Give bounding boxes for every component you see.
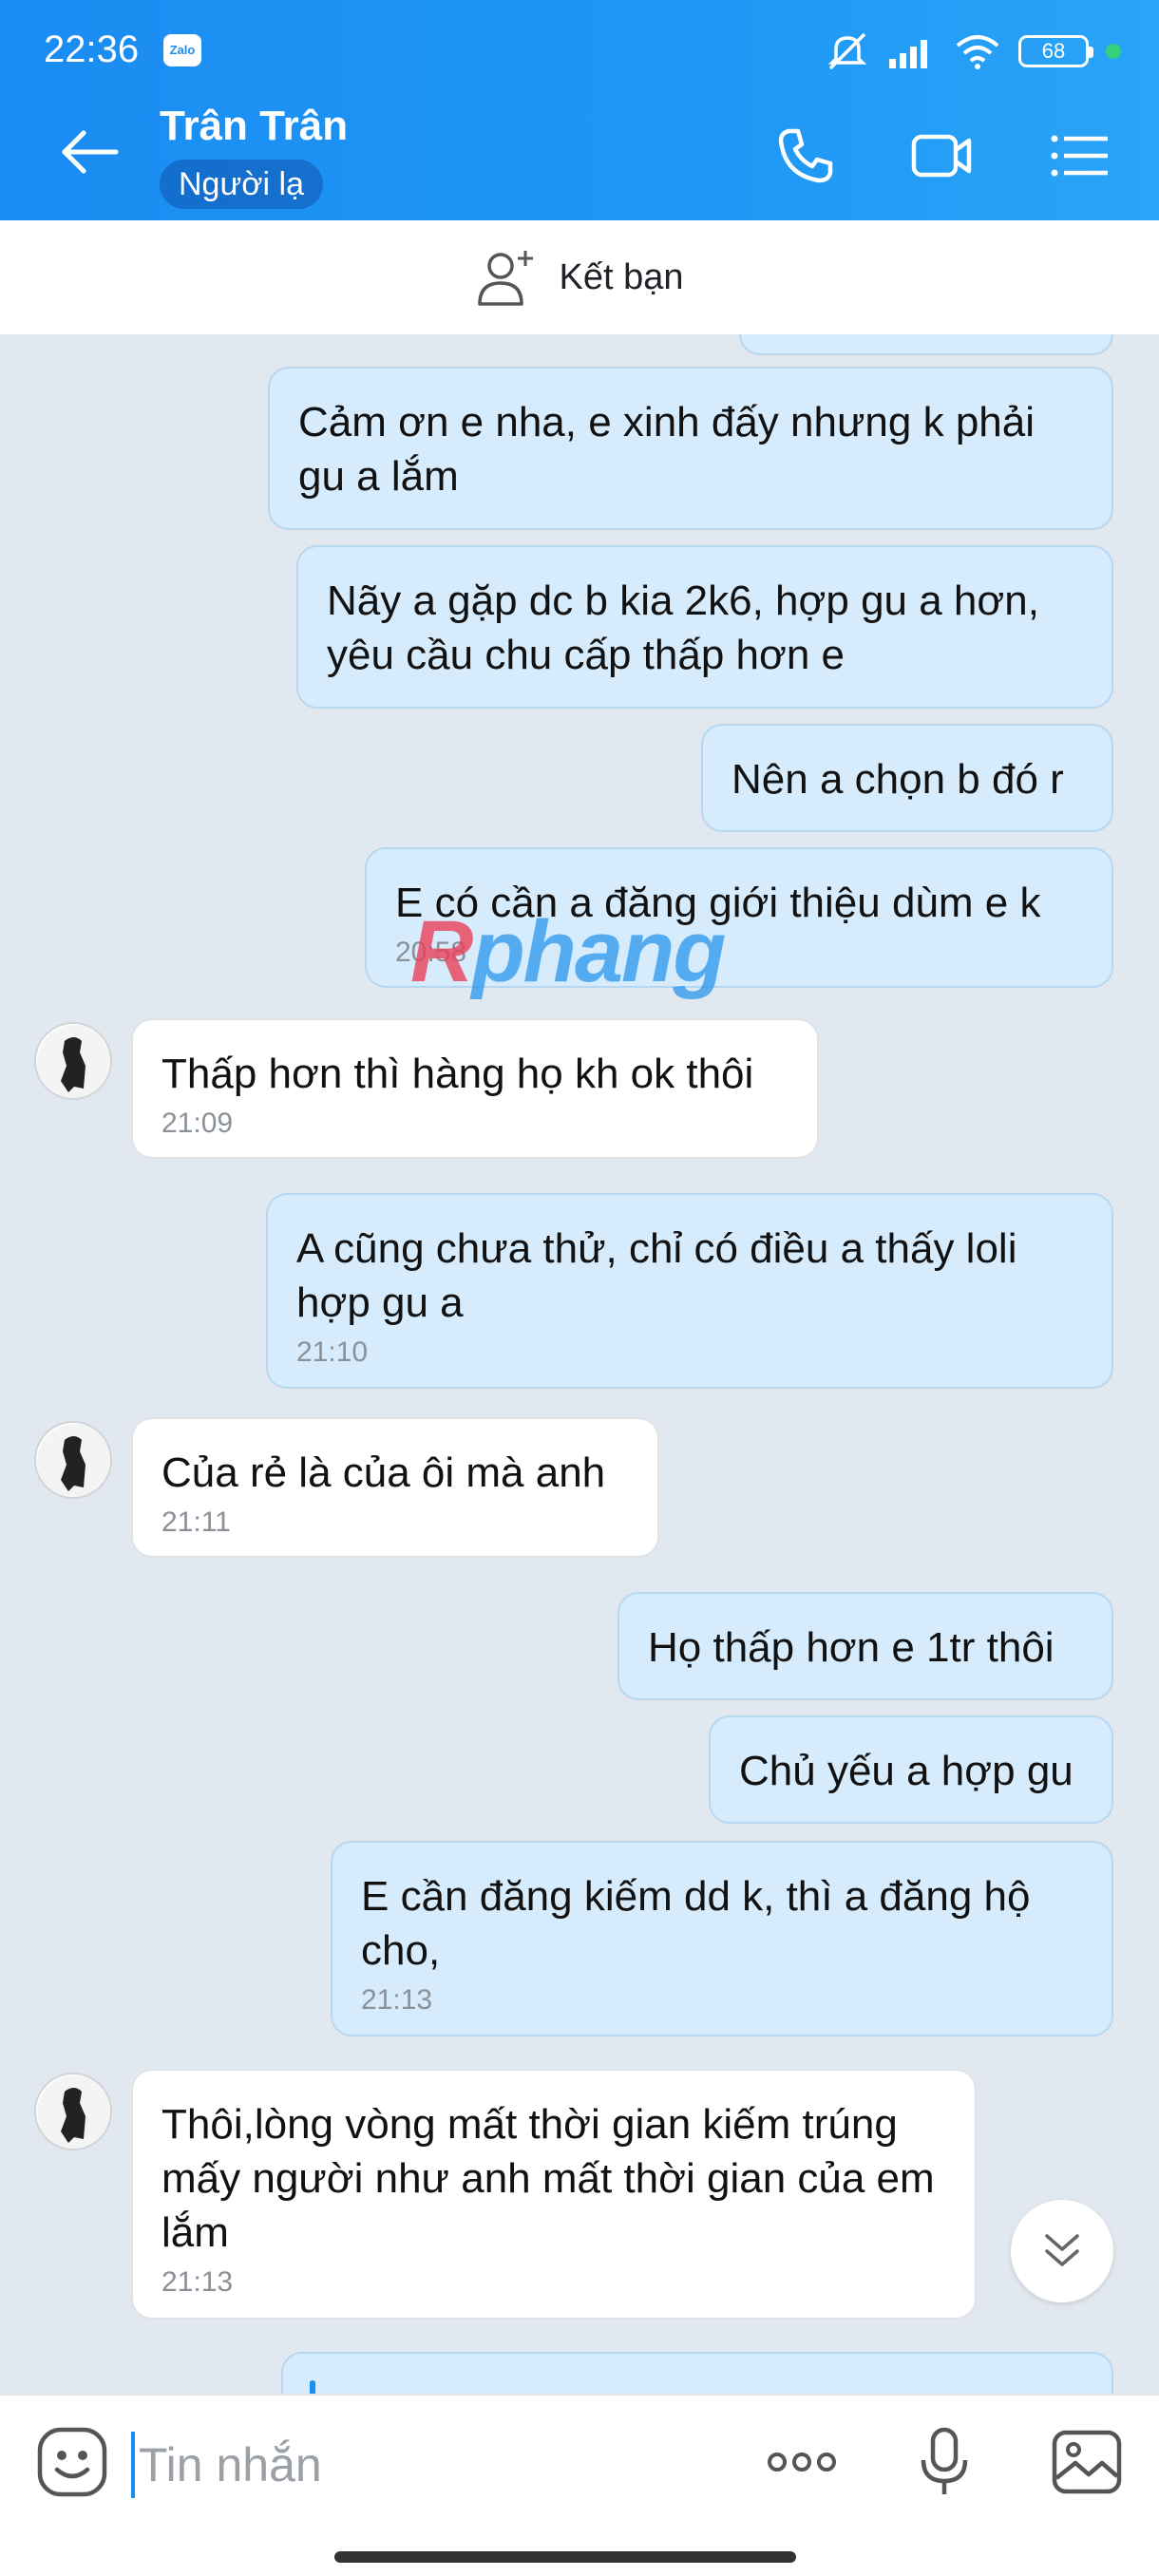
signal-icon: [889, 40, 927, 68]
message-text: Họ thấp hơn e 1tr thôi: [648, 1624, 1054, 1671]
stranger-tag: Người lạ: [160, 160, 323, 209]
active-dot: [1106, 44, 1121, 59]
emoji-icon[interactable]: [34, 2424, 110, 2500]
message-bubble-incoming[interactable]: Của rẻ là của ôi mà anh 21:11: [131, 1417, 659, 1558]
message-bubble-outgoing[interactable]: Cảm ơn e nha, e xinh đấy nhưng k phải gu…: [268, 367, 1113, 530]
message-bubble-outgoing[interactable]: Chủ yếu a hợp gu: [709, 1715, 1113, 1824]
avatar-image: [37, 1025, 110, 1098]
message-bubble-incoming[interactable]: Thấp hơn thì hàng họ kh ok thôi 21:09: [131, 1018, 819, 1159]
message-time: 21:09: [162, 1108, 234, 1139]
wifi-icon: [956, 35, 999, 69]
message-bubble-incoming[interactable]: Thôi,lòng vòng mất thời gian kiếm trúng …: [131, 2069, 977, 2320]
microphone-icon[interactable]: [906, 2424, 982, 2500]
image-gallery-icon[interactable]: [1049, 2424, 1125, 2500]
message-bubble-outgoing[interactable]: Nên a chọn b đó r: [701, 724, 1113, 832]
arrow-left-icon[interactable]: [57, 123, 124, 180]
message-text: Nãy a gặp dc b kia 2k6, hợp gu a hơn, yê…: [327, 578, 1039, 678]
message-time: 21:13: [361, 1984, 433, 2016]
partial-message-bubble: [281, 2352, 1113, 2394]
chat-area[interactable]: Cảm ơn e nha, e xinh đấy nhưng k phải gu…: [0, 334, 1159, 2394]
partial-message-bubble: [739, 334, 1113, 355]
message-text: A cũng chưa thử, chỉ có điều a thấy loli…: [296, 1225, 1017, 1326]
contact-name[interactable]: Trân Trân: [160, 103, 348, 150]
more-dots-icon[interactable]: [764, 2424, 840, 2500]
message-bubble-outgoing[interactable]: Họ thấp hơn e 1tr thôi: [618, 1592, 1113, 1700]
message-text: E cần đăng kiếm dd k, thì a đăng hộ cho,: [361, 1873, 1031, 1974]
message-text: Chủ yếu a hợp gu: [739, 1748, 1074, 1794]
message-time: 21:11: [162, 1506, 231, 1538]
video-camera-icon[interactable]: [908, 122, 977, 190]
contact-avatar[interactable]: [34, 1022, 112, 1100]
message-bubble-outgoing[interactable]: Nãy a gặp dc b kia 2k6, hợp gu a hơn, yê…: [296, 545, 1113, 709]
phone-icon[interactable]: [771, 122, 840, 190]
message-input[interactable]: [139, 2422, 709, 2508]
message-time: 21:10: [296, 1336, 369, 1368]
message-text: Của rẻ là của ôi mà anh: [162, 1449, 606, 1496]
contact-avatar[interactable]: [34, 2073, 112, 2150]
list-menu-icon[interactable]: [1045, 122, 1113, 190]
message-text: Thôi,lòng vòng mất thời gian kiếm trúng …: [162, 2101, 935, 2256]
avatar-image: [37, 2075, 110, 2149]
home-indicator: [334, 2551, 796, 2563]
message-bubble-outgoing[interactable]: E cần đăng kiếm dd k, thì a đăng hộ cho,…: [331, 1841, 1113, 2036]
battery-indicator: 68: [1018, 35, 1093, 67]
message-input-bar: [0, 2394, 1159, 2576]
add-friend-bar[interactable]: Kết bạn: [0, 220, 1159, 334]
message-bubble-outgoing[interactable]: A cũng chưa thử, chỉ có điều a thấy loli…: [266, 1193, 1113, 1389]
watermark: Rphang: [410, 903, 726, 1000]
mute-icon: [827, 32, 867, 70]
status-icons: 68: [825, 30, 1121, 72]
double-chevron-down-icon: [1045, 2234, 1079, 2266]
message-text: Cảm ơn e nha, e xinh đấy nhưng k phải gu…: [298, 399, 1036, 500]
message-text: Nên a chọn b đó r: [732, 756, 1064, 803]
zalo-app-badge: Zalo: [163, 34, 201, 66]
user-plus-icon: [477, 251, 533, 306]
contact-avatar[interactable]: [34, 1421, 112, 1499]
text-caret: [131, 2432, 135, 2498]
avatar-image: [37, 1424, 110, 1497]
message-time: 21:13: [162, 2266, 234, 2298]
add-friend-label: Kết bạn: [559, 256, 684, 297]
chat-header: 22:36 Zalo 68 Trân Trân Người lạ: [0, 0, 1159, 220]
scroll-to-bottom-button[interactable]: [1011, 2200, 1113, 2302]
status-time: 22:36: [44, 28, 140, 70]
message-text: Thấp hơn thì hàng họ kh ok thôi: [162, 1051, 754, 1097]
